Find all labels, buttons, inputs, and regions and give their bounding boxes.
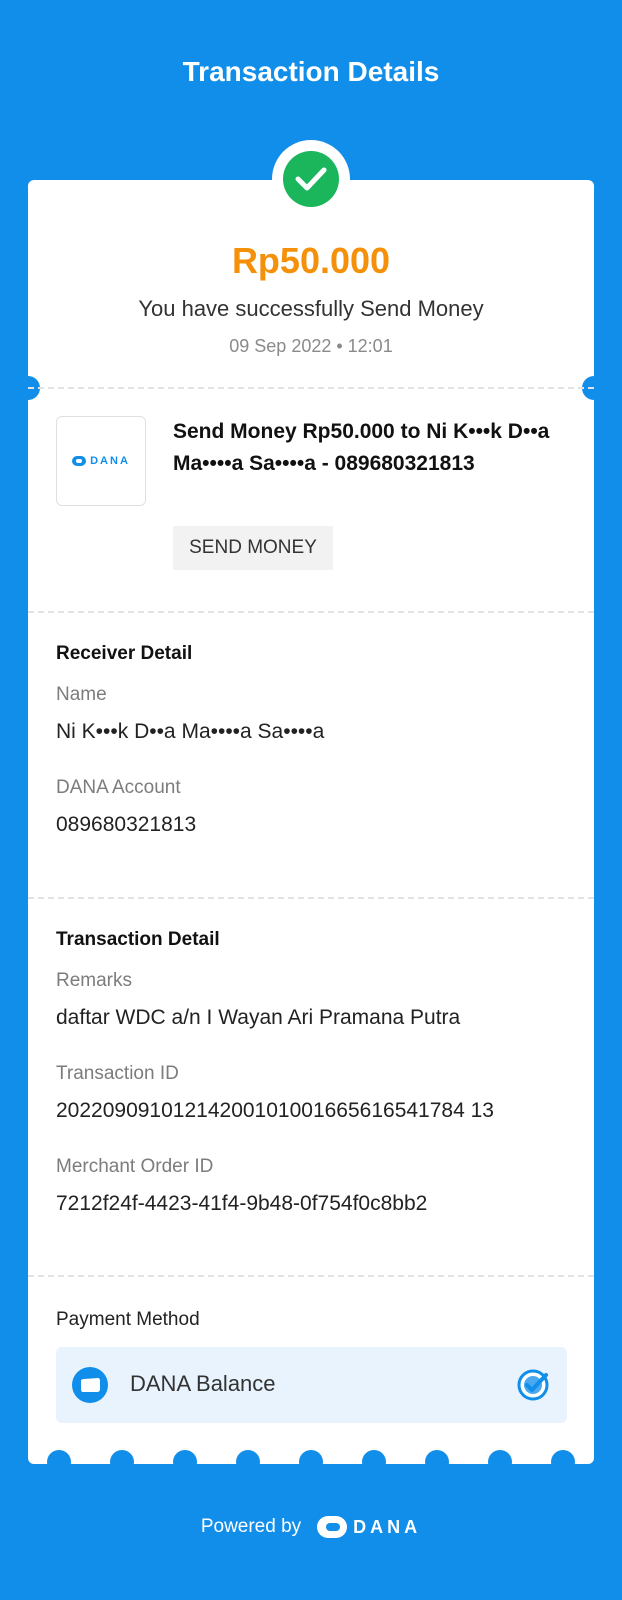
- ticket-scallop: [236, 1450, 260, 1474]
- name-label: Name: [56, 684, 107, 705]
- divider: [28, 897, 594, 899]
- divider: [28, 1275, 594, 1277]
- ticket-scallop: [362, 1450, 386, 1474]
- account-value: 089680321813: [56, 813, 197, 836]
- transaction-title: Send Money Rp50.000 to Ni K•••k D••a Ma•…: [173, 420, 550, 475]
- transaction-section-title: Transaction Detail: [56, 929, 220, 950]
- remarks-label: Remarks: [56, 970, 133, 991]
- ticket-scallop: [47, 1450, 71, 1474]
- merchant-logo: DANA: [56, 416, 146, 506]
- receiver-section-title: Receiver Detail: [56, 643, 193, 664]
- page-title: Transaction Details: [182, 56, 440, 87]
- dana-brand-logo: DANA: [317, 1516, 421, 1538]
- transaction-datetime: 09 Sep 2022 • 12:01: [229, 336, 393, 356]
- wallet-icon: [72, 1367, 108, 1403]
- remarks-value: daftar WDC a/n I Wayan Ari Pramana Putra: [56, 1006, 461, 1029]
- amount: Rp50.000: [231, 240, 391, 281]
- payment-method-title: Payment Method: [56, 1309, 200, 1330]
- order-id-label: Merchant Order ID: [56, 1156, 214, 1177]
- ticket-scallop: [299, 1450, 323, 1474]
- success-check-icon: [283, 151, 339, 207]
- dana-logo-icon: [317, 1516, 348, 1538]
- transaction-id-label: Transaction ID: [56, 1063, 179, 1084]
- success-message: You have successfully Send Money: [138, 296, 484, 321]
- payment-method-label: DANA Balance: [130, 1371, 276, 1396]
- powered-by-text: Powered by: [200, 1516, 302, 1537]
- footer: Powered by DANA: [0, 1516, 622, 1538]
- ticket-scallop: [110, 1450, 134, 1474]
- ticket-scallop: [425, 1450, 449, 1474]
- brand-text: DANA: [353, 1516, 422, 1537]
- ticket-scallop: [173, 1450, 197, 1474]
- transaction-type-badge: SEND MONEY: [173, 526, 333, 570]
- logo-text: DANA: [90, 455, 130, 467]
- dana-logo-icon: [72, 456, 87, 466]
- ticket-scallop: [551, 1450, 575, 1474]
- divider: [28, 611, 594, 613]
- verified-check-icon: [515, 1367, 551, 1403]
- order-id-value: 7212f24f-4423-41f4-9b48-0f754f0c8bb2: [56, 1192, 428, 1215]
- ticket-scallop: [488, 1450, 512, 1474]
- name-value: Ni K•••k D••a Ma••••a Sa••••a: [56, 720, 325, 743]
- divider: [28, 387, 594, 389]
- payment-method-item[interactable]: DANA Balance: [56, 1347, 567, 1423]
- transaction-id-value: 20220909101214200101001665616541784 13: [56, 1099, 494, 1122]
- account-label: DANA Account: [56, 777, 181, 798]
